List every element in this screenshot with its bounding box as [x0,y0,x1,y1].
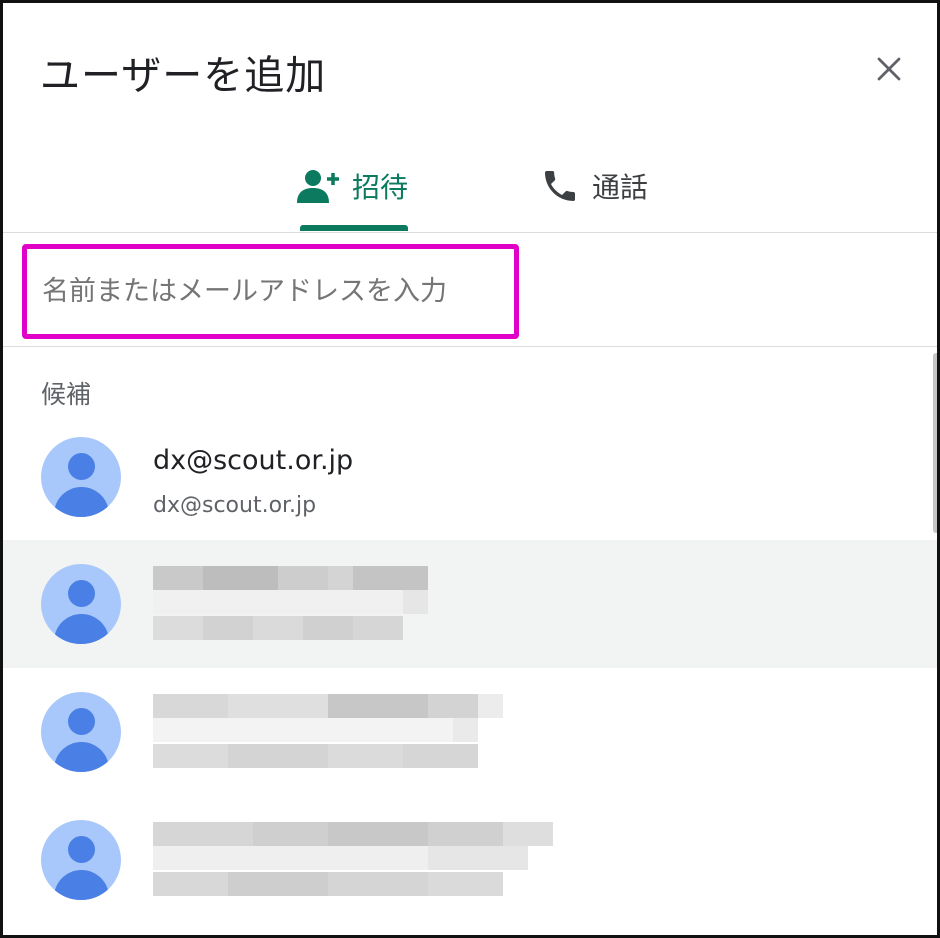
suggestion-row[interactable]: dx@scout.or.jp dx@scout.or.jp [3,413,937,541]
divider [3,232,937,233]
redacted-name [153,846,528,874]
add-user-dialog: ユーザーを追加 招待 通話 候補 dx@scout.or.jp dx@sc [0,0,940,938]
tab-call-label: 通話 [592,171,649,204]
tab-invite[interactable]: 招待 [296,161,408,211]
suggestion-name: dx@scout.or.jp [153,445,354,476]
divider [3,346,937,347]
redacted-email [153,616,403,644]
dialog-title: ユーザーを追加 [40,53,327,99]
avatar [41,692,121,772]
avatar [41,437,121,517]
search-field-highlight [22,244,519,339]
close-icon [877,57,901,81]
suggestions-label: 候補 [41,380,92,409]
search-input[interactable] [42,276,512,307]
close-button[interactable] [865,45,913,93]
avatar-head [68,580,95,607]
suggestion-row[interactable] [3,540,937,668]
avatar-body [54,870,109,900]
suggestion-row[interactable] [3,796,937,924]
avatar-head [68,708,95,735]
redacted-name [153,718,478,746]
suggestion-row[interactable] [3,668,937,796]
tab-active-indicator [300,225,408,231]
avatar-body [54,614,109,644]
suggestion-email: dx@scout.or.jp [153,493,317,518]
tab-call[interactable]: 通話 [540,161,648,211]
avatar-head [68,453,95,480]
phone-icon [545,171,575,201]
avatar [41,564,121,644]
redacted-email [153,744,478,772]
redacted-name [153,590,428,618]
avatar [41,820,121,900]
redacted-email [153,872,503,900]
avatar-body [54,742,109,772]
avatar-body [54,487,109,517]
avatar-head [68,836,95,863]
tab-invite-label: 招待 [352,171,409,204]
person-add-icon [297,170,339,203]
